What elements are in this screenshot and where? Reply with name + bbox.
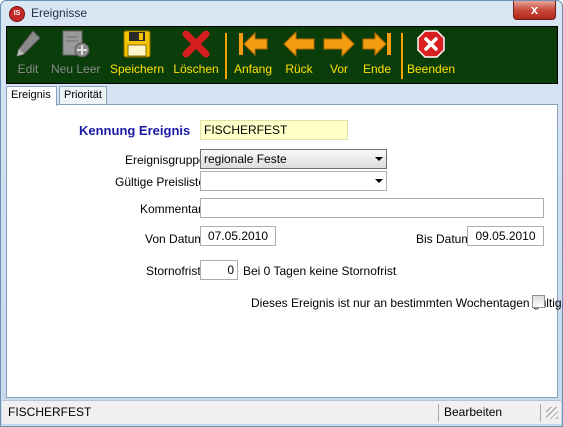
delete-label: Löschen (173, 62, 219, 76)
new-empty-label: Neu Leer (51, 62, 101, 76)
status-bar: FISCHERFEST Bearbeiten (2, 400, 561, 424)
first-record-label: Anfang (233, 62, 273, 76)
first-record-button[interactable]: Anfang (231, 29, 275, 83)
tab-ereignis[interactable]: Ereignis (6, 86, 57, 106)
comment-field[interactable] (200, 198, 544, 218)
status-mode: Bearbeiten (444, 405, 503, 419)
pencil-icon (16, 30, 41, 57)
quit-label: Beenden (407, 62, 456, 76)
next-record-label: Vor (329, 62, 348, 76)
id-field[interactable]: FISCHERFEST (200, 120, 348, 140)
to-date-field[interactable]: 09.05.2010 (467, 226, 544, 246)
save-button[interactable]: Speichern (107, 29, 167, 83)
chevron-down-icon (375, 157, 383, 161)
toolbar-separator (401, 33, 403, 79)
window-close-button[interactable]: x (513, 1, 556, 20)
to-date-label: Bis Datum (416, 232, 472, 246)
id-label: Kennung Ereignis (79, 123, 191, 138)
resize-grip-icon[interactable] (546, 407, 558, 419)
title-bar: IS Ereignisse x (1, 1, 562, 26)
from-date-label: Von Datum (145, 232, 205, 246)
toolbar: Edit Neu Leer Speichern Löschen Anfang R… (6, 26, 558, 84)
app-icon: IS (9, 6, 25, 22)
new-document-icon (62, 30, 90, 58)
previous-record-button[interactable]: Rück (281, 29, 317, 83)
comment-label: Kommentar (140, 202, 203, 216)
chevron-down-icon (375, 179, 383, 183)
status-divider (438, 404, 439, 422)
group-label: Ereignisgruppe (125, 153, 206, 167)
group-select[interactable]: regionale Feste (200, 149, 387, 169)
arrow-right-icon (323, 30, 355, 58)
arrow-first-icon (239, 31, 268, 57)
cancellation-note: Bei 0 Tagen keine Stornofrist (243, 264, 397, 278)
group-select-value: regionale Feste (204, 152, 287, 166)
previous-record-label: Rück (285, 62, 313, 76)
stop-icon (417, 30, 445, 58)
save-label: Speichern (109, 62, 165, 76)
toolbar-separator (225, 33, 227, 79)
status-record: FISCHERFEST (8, 405, 92, 419)
pricelist-label: Gültige Preisliste (115, 175, 206, 189)
window-title: Ereignisse (31, 6, 88, 20)
edit-label: Edit (17, 62, 39, 76)
cancellation-label: Stornofrist (146, 264, 201, 278)
last-record-button[interactable]: Ende (359, 29, 395, 83)
pricelist-select[interactable] (200, 171, 387, 191)
delete-button[interactable]: Löschen (173, 29, 219, 83)
status-divider (540, 404, 541, 422)
cancellation-days-field[interactable]: 0 (200, 260, 238, 280)
edit-button[interactable]: Edit (13, 29, 43, 83)
floppy-disk-icon (123, 30, 151, 58)
new-empty-button[interactable]: Neu Leer (51, 29, 101, 83)
quit-button[interactable]: Beenden (407, 29, 455, 83)
weekday-label: Dieses Ereignis ist nur an bestimmten Wo… (251, 296, 563, 310)
weekday-checkbox[interactable] (532, 295, 545, 308)
red-x-icon (182, 30, 210, 58)
arrow-last-icon (362, 31, 391, 57)
tab-prioritaet[interactable]: Priorität (59, 86, 107, 105)
app-window: IS Ereignisse x Edit Neu Leer Speichern … (0, 0, 563, 427)
arrow-left-icon (283, 30, 315, 58)
next-record-button[interactable]: Vor (321, 29, 357, 83)
last-record-label: Ende (362, 62, 392, 76)
form-panel: Kennung Ereignis FISCHERFEST Ereignisgru… (6, 104, 563, 398)
from-date-field[interactable]: 07.05.2010 (200, 226, 276, 246)
